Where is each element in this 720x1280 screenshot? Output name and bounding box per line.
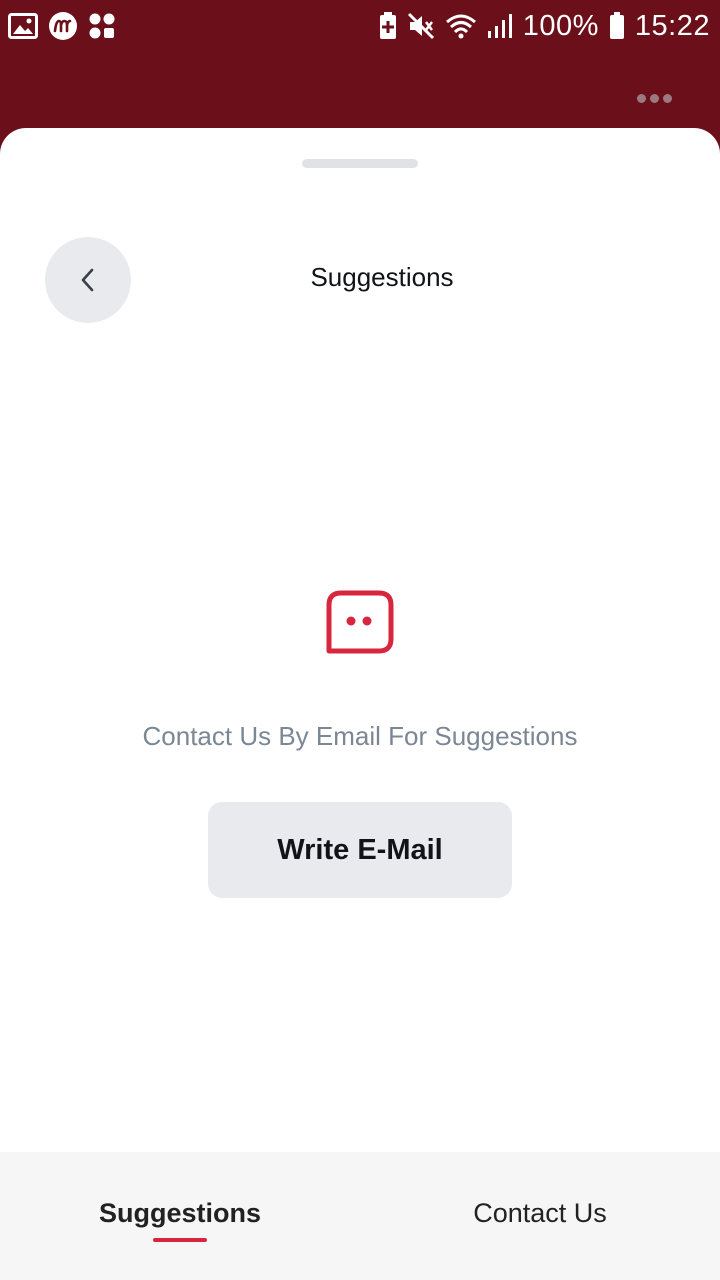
status-right-icons: 100% 15:22 — [379, 10, 710, 43]
battery-icon — [609, 12, 625, 40]
back-button[interactable] — [45, 237, 131, 323]
m-app-icon — [48, 11, 78, 41]
battery-saver-icon — [379, 12, 397, 40]
bottom-tab-bar: Suggestions Contact Us — [0, 1152, 720, 1280]
chat-bubble-icon — [324, 586, 396, 658]
more-dot — [649, 93, 659, 103]
more-horizontal-icon[interactable] — [634, 84, 674, 112]
tab-label: Suggestions — [98, 1198, 261, 1228]
sheet-drag-handle[interactable] — [302, 159, 418, 168]
tab-suggestions[interactable]: Suggestions — [0, 1152, 360, 1280]
more-dot — [636, 93, 646, 103]
tab-contact-us[interactable]: Contact Us — [360, 1152, 720, 1280]
mute-icon — [407, 12, 435, 40]
write-email-button[interactable]: Write E-Mail — [208, 802, 512, 898]
empty-state-message: Contact Us By Email For Suggestions — [142, 721, 578, 751]
battery-percent: 100% — [522, 9, 599, 42]
chevron-left-icon — [78, 266, 98, 294]
bottom-sheet: Suggestions Contact Us By Email For Sugg… — [0, 128, 720, 1280]
clock: 15:22 — [634, 9, 710, 42]
more-dot — [662, 93, 672, 103]
apps-icon — [88, 12, 116, 40]
page-title: Suggestions — [310, 262, 454, 292]
wifi-icon — [445, 12, 477, 40]
status-left-icons — [8, 11, 116, 41]
gallery-icon — [8, 13, 38, 39]
tab-label: Contact Us — [473, 1198, 607, 1228]
status-bar: 100% 15:22 — [0, 0, 720, 52]
active-tab-indicator — [153, 1238, 207, 1242]
signal-icon — [487, 13, 513, 39]
